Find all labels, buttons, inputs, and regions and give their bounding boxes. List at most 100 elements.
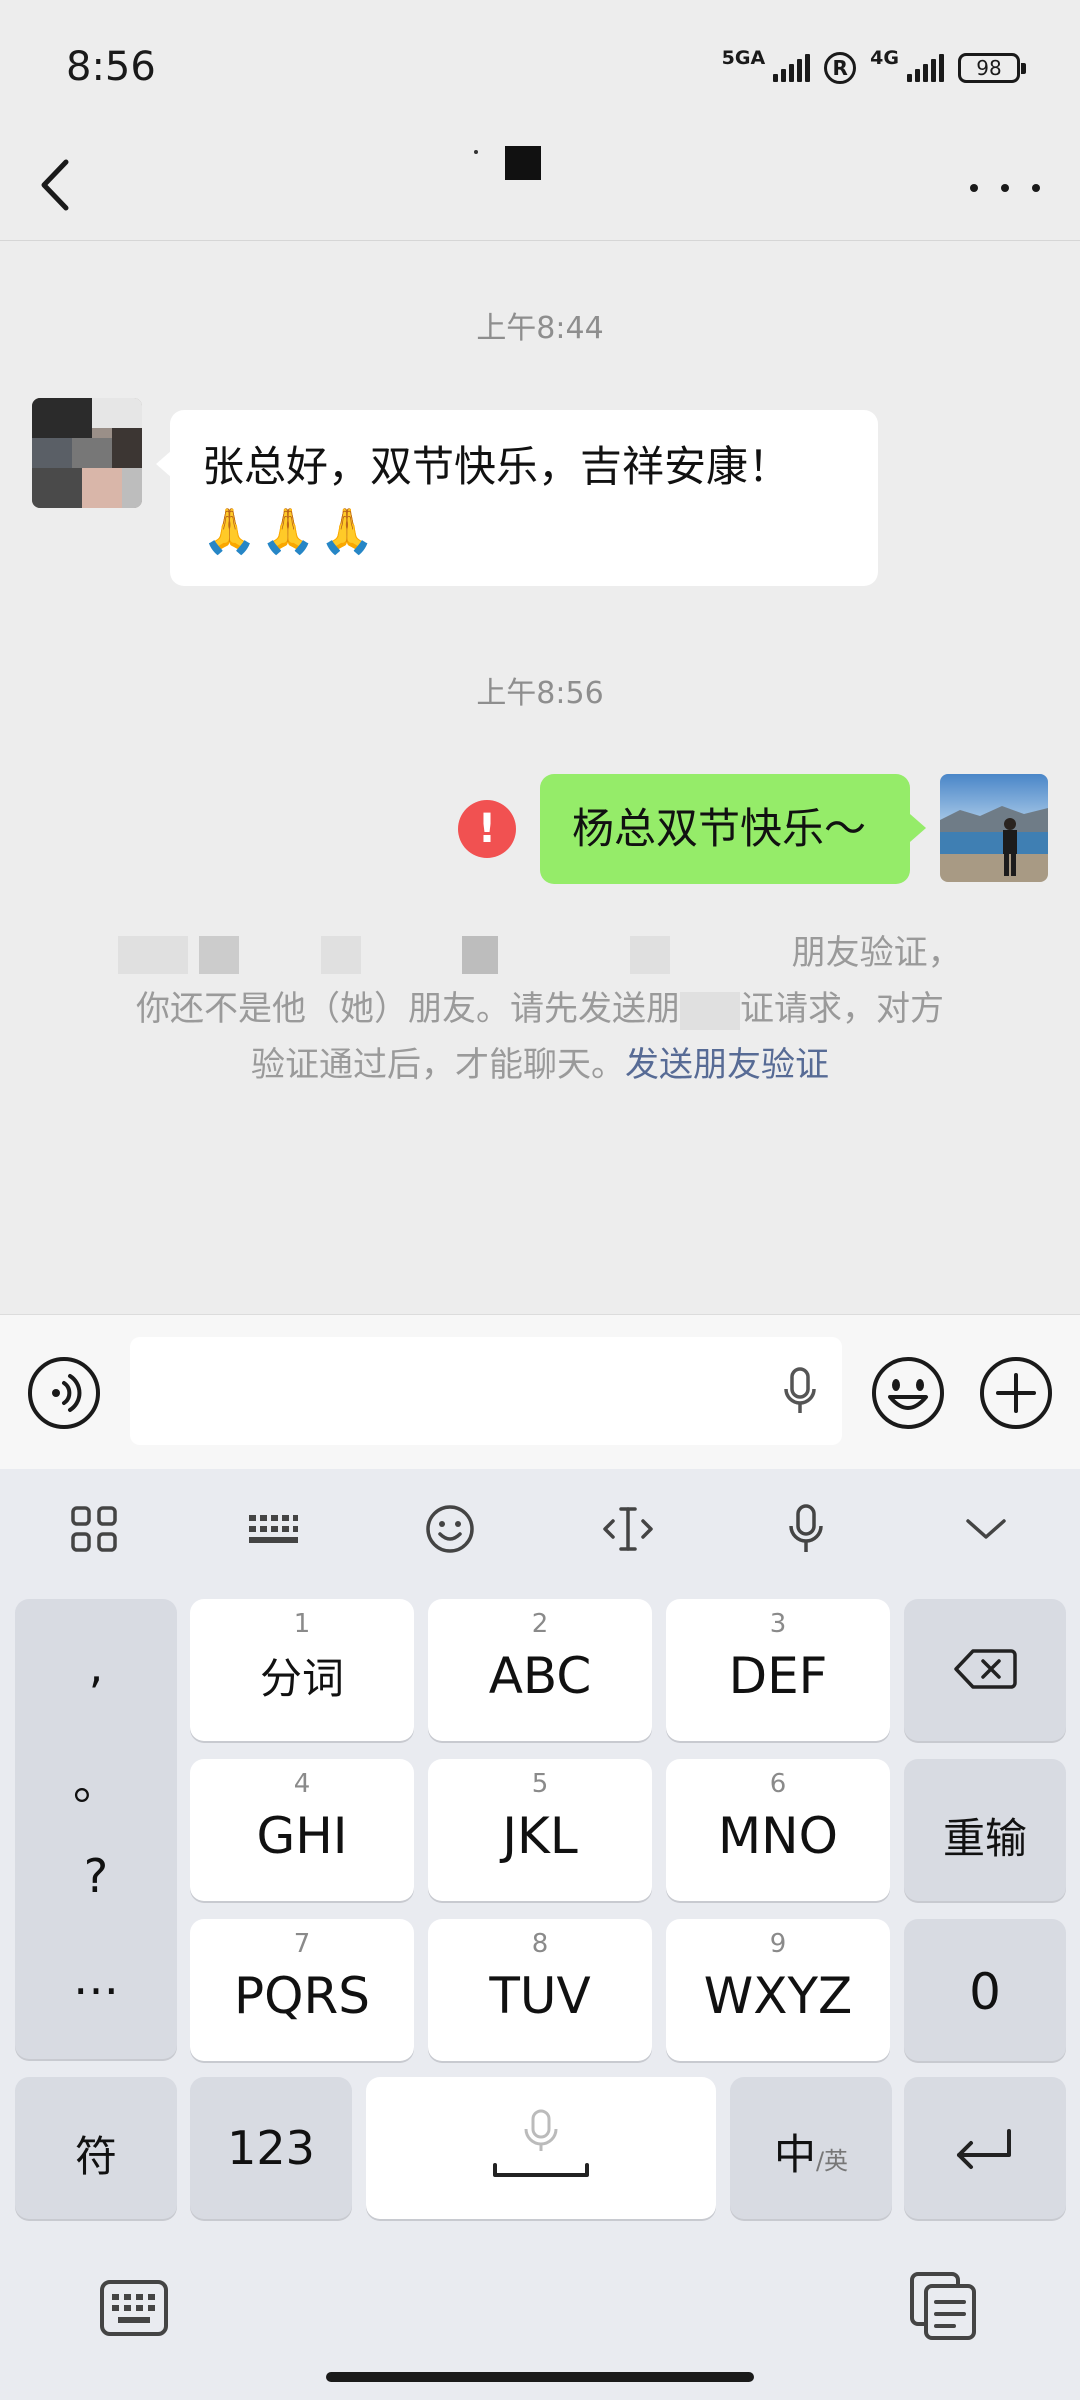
key-2-abc[interactable]: 2 ABC xyxy=(428,1599,652,1741)
signal-bars-icon xyxy=(773,54,811,82)
backspace-icon xyxy=(954,1649,1017,1689)
redacted-block xyxy=(680,991,740,1030)
enter-key[interactable] xyxy=(904,2077,1066,2219)
key-7-pqrs[interactable]: 7 PQRS xyxy=(190,1919,414,2061)
chevron-left-icon xyxy=(41,159,69,211)
notice-line-1-tail: 朋友验证， xyxy=(791,933,962,973)
punct-ellipsis[interactable]: … xyxy=(15,1951,177,2005)
signal-bars-icon xyxy=(907,54,944,82)
apps-grid-button[interactable] xyxy=(64,1499,124,1559)
key-label: 分词 xyxy=(259,1654,344,1703)
key-9-wxyz[interactable]: 9 WXYZ xyxy=(666,1919,890,2061)
symbols-key[interactable]: 符 xyxy=(15,2077,177,2219)
friend-verification-notice: 朋友验证， 你还不是他（她）朋友。请先发送朋 证请求，对方 验证通过后，才能聊天。… xyxy=(88,925,992,1093)
microphone-icon[interactable] xyxy=(780,1365,820,1421)
key-number: 6 xyxy=(769,1769,787,1799)
key-6-mno[interactable]: 6 MNO xyxy=(666,1759,890,1901)
text-cursor-icon xyxy=(603,1507,653,1551)
message-text-input[interactable] xyxy=(130,1337,842,1445)
outgoing-message-text: 杨总双节快乐～ xyxy=(572,804,867,853)
smiley-icon xyxy=(426,1505,474,1553)
clipboard-button[interactable] xyxy=(908,2270,980,2342)
emoji-panel-button[interactable] xyxy=(420,1499,480,1559)
key-label: 重输 xyxy=(942,1814,1027,1863)
key-label: ABC xyxy=(488,1647,592,1705)
key-label: 123 xyxy=(227,2121,315,2175)
keyboard-icon xyxy=(100,2280,168,2336)
key-0[interactable]: 0 xyxy=(904,1919,1066,2061)
key-3-def[interactable]: 3 DEF xyxy=(666,1599,890,1741)
emoji-button[interactable] xyxy=(870,1355,946,1431)
enter-arrow-icon xyxy=(957,2129,1011,2169)
notice-line-2-head: 你还不是他（她）朋友。请先发送朋 xyxy=(136,989,680,1029)
key-number: 2 xyxy=(531,1609,549,1639)
redacted-block xyxy=(118,935,189,974)
voice-mode-button[interactable] xyxy=(28,1357,100,1429)
redacted-block xyxy=(630,935,671,974)
key-number: 3 xyxy=(769,1609,787,1639)
hide-keyboard-button[interactable] xyxy=(956,1499,1016,1559)
key-8-tuv[interactable]: 8 TUV xyxy=(428,1919,652,2061)
signal-5ga-label: 5GA xyxy=(721,47,766,69)
key-5-jkl[interactable]: 5 JKL xyxy=(428,1759,652,1901)
backspace-key[interactable] xyxy=(904,1599,1066,1741)
back-button[interactable] xyxy=(30,150,90,220)
outgoing-message-bubble[interactable]: 杨总双节快乐～ xyxy=(540,774,926,884)
key-number: 5 xyxy=(531,1769,549,1799)
chat-header xyxy=(0,130,1080,241)
punct-question[interactable]: ? xyxy=(15,1849,177,1903)
key-number: 4 xyxy=(293,1769,311,1799)
key-label: TUV xyxy=(489,1967,591,2025)
clipboard-icon xyxy=(910,2272,976,2340)
plus-circle-icon xyxy=(980,1357,1052,1429)
home-indicator[interactable] xyxy=(326,2372,754,2382)
notice-line-2-tail: 证请求，对方 xyxy=(740,989,944,1029)
punct-period[interactable]: 。 xyxy=(15,1747,177,1813)
smiley-face-icon xyxy=(872,1357,944,1429)
incoming-message-bubble[interactable]: 张总好，双节快乐，吉祥安康！ 🙏🙏🙏 xyxy=(156,410,878,586)
keyboard-layout-button[interactable] xyxy=(242,1499,302,1559)
more-functions-button[interactable] xyxy=(978,1355,1054,1431)
key-label: MNO xyxy=(718,1807,838,1865)
microphone-icon xyxy=(789,1504,823,1552)
send-failed-icon[interactable]: ! xyxy=(458,800,516,858)
send-friend-verification-link[interactable]: 发送朋友验证 xyxy=(625,1045,829,1085)
roaming-icon: R xyxy=(824,52,857,84)
key-label: DEF xyxy=(728,1647,828,1705)
message-timestamp: 上午8:44 xyxy=(476,311,604,346)
key-label: PQRS xyxy=(234,1967,370,2025)
status-icons: 5GA R 4G 98 xyxy=(721,47,1026,88)
space-key[interactable] xyxy=(366,2077,716,2219)
voice-wave-icon xyxy=(52,1374,82,1412)
key-label: 符 xyxy=(74,2132,117,2181)
contact-avatar[interactable] xyxy=(32,398,142,508)
contact-avatar-image xyxy=(32,398,142,508)
language-switch-key[interactable]: 中/英 xyxy=(730,2077,892,2219)
redacted-block xyxy=(462,935,499,974)
key-number: 8 xyxy=(531,1929,549,1959)
key-4-ghi[interactable]: 4 GHI xyxy=(190,1759,414,1901)
signal-4g-label: 4G xyxy=(870,47,899,69)
redacted-block xyxy=(320,935,361,974)
numbers-key[interactable]: 123 xyxy=(190,2077,352,2219)
more-options-button[interactable] xyxy=(970,168,1040,208)
key-label: GHI xyxy=(256,1807,348,1865)
keyboard-toolbar xyxy=(0,1469,1080,1589)
key-number: 7 xyxy=(293,1929,311,1959)
language-switch-label: 中/英 xyxy=(730,2121,892,2182)
key-label: 0 xyxy=(969,1963,1001,2021)
keyboard-switch-button[interactable] xyxy=(98,2276,170,2340)
punctuation-column[interactable]: , 。 ? … xyxy=(15,1599,177,2059)
voice-input-button[interactable] xyxy=(776,1499,836,1559)
cursor-edit-button[interactable] xyxy=(598,1499,658,1559)
notice-line-3: 验证通过后，才能聊天。发送朋友验证 xyxy=(88,1037,992,1093)
key-label: JKL xyxy=(502,1807,578,1865)
reinput-key[interactable]: 重输 xyxy=(904,1759,1066,1901)
my-avatar[interactable] xyxy=(940,774,1048,882)
punct-comma[interactable]: , xyxy=(15,1639,177,1693)
message-input-bar xyxy=(0,1314,1080,1470)
praying-hands-emoji: 🙏🙏🙏 xyxy=(202,506,379,557)
incoming-message-text: 张总好，双节快乐，吉祥安康！ xyxy=(202,442,791,491)
status-bar: 8:56 5GA R 4G 98 xyxy=(0,0,1080,130)
key-1-fenci[interactable]: 1 分词 xyxy=(190,1599,414,1741)
